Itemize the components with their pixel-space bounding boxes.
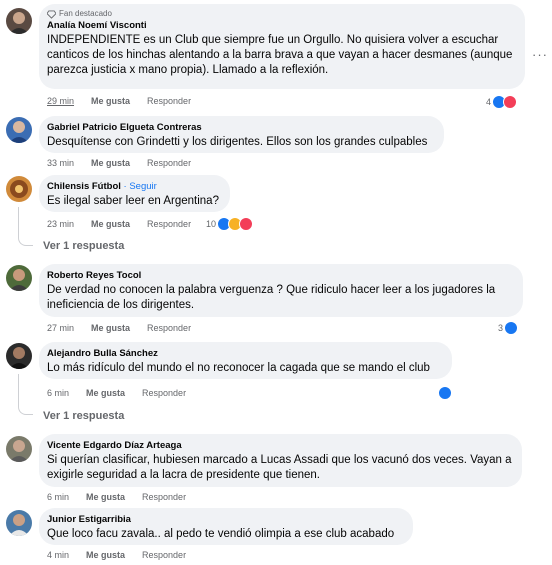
view-replies-link[interactable]: Ver 1 respuesta bbox=[43, 410, 124, 422]
comment-actions: 27 min Me gusta Responder bbox=[47, 323, 208, 333]
avatar[interactable] bbox=[6, 117, 32, 143]
reply-button[interactable]: Responder bbox=[147, 323, 191, 333]
comment-time[interactable]: 6 min bbox=[47, 492, 69, 502]
comment-bubble: Chilensis Fútbol · Seguir Es ilegal sabe… bbox=[39, 175, 230, 212]
comment-bubble: Fan destacado Analía Noemí Visconti INDE… bbox=[39, 4, 525, 89]
avatar[interactable] bbox=[6, 176, 32, 202]
like-button[interactable]: Me gusta bbox=[86, 492, 125, 502]
thread-line bbox=[18, 207, 33, 246]
comment-author: Chilensis Fútbol · Seguir bbox=[47, 180, 220, 193]
follow-link[interactable]: · Seguir bbox=[124, 181, 157, 192]
like-reaction-icon bbox=[504, 321, 519, 335]
avatar[interactable] bbox=[6, 265, 32, 291]
comment-author[interactable]: Gabriel Patricio Elgueta Contreras bbox=[47, 121, 434, 134]
author-name[interactable]: Chilensis Fútbol bbox=[47, 181, 121, 192]
comment-text: Si querían clasificar, hubiesen marcado … bbox=[47, 454, 512, 481]
reaction-summary[interactable]: 10 bbox=[206, 217, 254, 231]
comment-text: Desquítense con Grindetti y los dirigent… bbox=[47, 136, 428, 148]
love-reaction-icon bbox=[503, 95, 518, 109]
reply-button[interactable]: Responder bbox=[142, 550, 186, 560]
comment-actions: 33 min Me gusta Responder bbox=[47, 158, 208, 168]
comment-author[interactable]: Roberto Reyes Tocol bbox=[47, 269, 513, 282]
comment-text: Que loco facu zavala.. al pedo te vendió… bbox=[47, 528, 395, 540]
avatar[interactable] bbox=[6, 343, 32, 369]
reply-button[interactable]: Responder bbox=[147, 219, 191, 229]
comment-bubble: Junior Estigarribia Que loco facu zavala… bbox=[39, 508, 413, 545]
comment-actions: 6 min Me gusta Responder bbox=[47, 388, 203, 398]
comment-time[interactable]: 23 min bbox=[47, 219, 74, 229]
like-button[interactable]: Me gusta bbox=[91, 219, 130, 229]
comment-time[interactable]: 27 min bbox=[47, 323, 74, 333]
comment-bubble: Gabriel Patricio Elgueta Contreras Desqu… bbox=[39, 116, 444, 153]
comment-actions: 4 min Me gusta Responder bbox=[47, 550, 203, 560]
comment-time[interactable]: 4 min bbox=[47, 550, 69, 560]
fan-label: Fan destacado bbox=[59, 9, 112, 18]
comment-bubble: Alejandro Bulla Sánchez Lo más ridículo … bbox=[39, 342, 452, 379]
like-button[interactable]: Me gusta bbox=[91, 323, 130, 333]
comment-text: De verdad no conocen la palabra verguenz… bbox=[47, 284, 496, 311]
reaction-count: 3 bbox=[498, 323, 504, 333]
reaction-count: 10 bbox=[206, 219, 217, 229]
comment-text: INDEPENDIENTE es un Club que siempre fue… bbox=[47, 34, 513, 76]
comment-bubble: Roberto Reyes Tocol De verdad no conocen… bbox=[39, 264, 523, 317]
reply-button[interactable]: Responder bbox=[142, 388, 186, 398]
comment-author[interactable]: Analía Noemí Visconti bbox=[47, 19, 515, 32]
comment-bubble: Vicente Edgardo Díaz Arteaga Si querían … bbox=[39, 434, 522, 487]
love-reaction-icon bbox=[239, 217, 254, 231]
comment-text: Es ilegal saber leer en Argentina? bbox=[47, 195, 219, 207]
reply-button[interactable]: Responder bbox=[142, 492, 186, 502]
thread-line bbox=[18, 374, 33, 415]
like-button[interactable]: Me gusta bbox=[86, 388, 125, 398]
reaction-summary[interactable] bbox=[438, 386, 452, 400]
comment-actions: 23 min Me gusta Responder bbox=[47, 219, 208, 229]
diamond-icon bbox=[47, 9, 56, 19]
reaction-count: 4 bbox=[486, 97, 492, 107]
more-options-icon[interactable]: ··· bbox=[532, 47, 548, 62]
view-replies-link[interactable]: Ver 1 respuesta bbox=[43, 240, 124, 252]
comment-actions: 6 min Me gusta Responder bbox=[47, 492, 203, 502]
avatar[interactable] bbox=[6, 8, 32, 34]
comment-author[interactable]: Junior Estigarribia bbox=[47, 513, 403, 526]
comment-time[interactable]: 6 min bbox=[47, 388, 69, 398]
comment-time[interactable]: 33 min bbox=[47, 158, 74, 168]
reply-button[interactable]: Responder bbox=[147, 158, 191, 168]
comment-actions: 29 min Me gusta Responder bbox=[47, 96, 208, 106]
reply-button[interactable]: Responder bbox=[147, 96, 191, 106]
comment-author[interactable]: Vicente Edgardo Díaz Arteaga bbox=[47, 439, 512, 452]
like-button[interactable]: Me gusta bbox=[86, 550, 125, 560]
fan-badge: Fan destacado bbox=[47, 9, 515, 19]
like-reaction-icon bbox=[438, 386, 452, 400]
comment-text: Lo más ridículo del mundo el no reconoce… bbox=[47, 362, 430, 374]
comment-author[interactable]: Alejandro Bulla Sánchez bbox=[47, 347, 442, 360]
comment-time[interactable]: 29 min bbox=[47, 96, 74, 106]
avatar[interactable] bbox=[6, 436, 32, 462]
reaction-summary[interactable]: 3 bbox=[498, 321, 519, 335]
reaction-summary[interactable]: 4 bbox=[486, 95, 518, 109]
like-button[interactable]: Me gusta bbox=[91, 158, 130, 168]
avatar[interactable] bbox=[6, 510, 32, 536]
like-button[interactable]: Me gusta bbox=[91, 96, 130, 106]
